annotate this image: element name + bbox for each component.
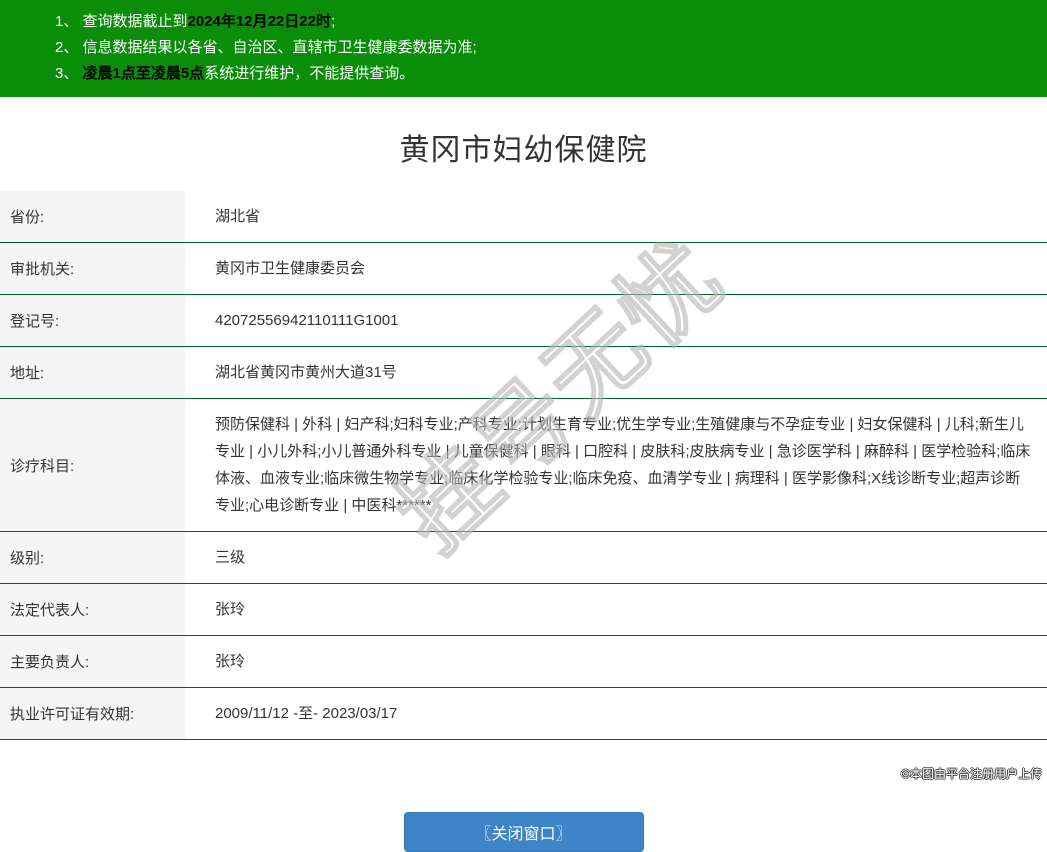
table-row-main-person-in-charge: 主要负责人: 张玲 (0, 636, 1047, 688)
row-value: 预防保健科 | 外科 | 妇产科;妇科专业;产科专业;计划生育专业;优生学专业;… (185, 399, 1047, 531)
notice-text: 信息数据结果以各省、自治区、直辖市卫生健康委数据为准; (83, 39, 477, 56)
table-row-level: 级别: 三级 (0, 532, 1047, 584)
row-value: 湖北省黄冈市黄州大道31号 (185, 347, 1047, 398)
row-value: 张玲 (185, 584, 1047, 635)
row-value: 三级 (185, 532, 1047, 583)
notice-bold-text: 凌晨1点至凌晨5点 (83, 65, 205, 82)
table-row-license-validity: 执业许可证有效期: 2009/11/12 -至- 2023/03/17 (0, 688, 1047, 740)
page-title: 黄冈市妇幼保健院 (0, 125, 1047, 169)
hospital-info-table: 省份: 湖北省 审批机关: 黄冈市卫生健康委员会 登记号: 4207255694… (0, 191, 1047, 740)
notice-line-2: 2、 信息数据结果以各省、自治区、直辖市卫生健康委数据为准; (55, 35, 1037, 61)
notice-line-1: 1、 查询数据截止到2024年12月22日22时; (55, 9, 1037, 35)
row-label: 审批机关: (0, 243, 185, 294)
notice-num: 1、 (55, 13, 83, 30)
button-bar: 〖关闭窗口〗 (0, 812, 1047, 852)
table-row-registration-number: 登记号: 42072556942110111G1001 (0, 295, 1047, 347)
row-label: 执业许可证有效期: (0, 688, 185, 739)
notice-num: 3、 (55, 65, 83, 82)
row-label: 主要负责人: (0, 636, 185, 687)
credit-watermark: ©本图由平台注册用户上传 (901, 765, 1042, 782)
row-value: 黄冈市卫生健康委员会 (185, 243, 1047, 294)
notice-text: 系统进行维护，不能提供查询。 (204, 65, 414, 82)
row-value: 湖北省 (185, 191, 1047, 242)
notice-num: 2、 (55, 39, 83, 56)
notice-text: 查询数据截止到 (83, 13, 188, 30)
table-row-province: 省份: 湖北省 (0, 191, 1047, 243)
notice-line-3: 3、 凌晨1点至凌晨5点系统进行维护，不能提供查询。 (55, 61, 1037, 87)
row-label: 地址: (0, 347, 185, 398)
table-row-medical-subjects: 诊疗科目: 预防保健科 | 外科 | 妇产科;妇科专业;产科专业;计划生育专业;… (0, 399, 1047, 532)
close-window-button[interactable]: 〖关闭窗口〗 (404, 812, 644, 852)
row-label: 登记号: (0, 295, 185, 346)
row-label: 诊疗科目: (0, 399, 185, 531)
row-value: 42072556942110111G1001 (185, 295, 1047, 346)
notice-text: ; (331, 13, 335, 30)
notice-bold-text: 2024年12月22日22时 (188, 13, 331, 30)
table-row-address: 地址: 湖北省黄冈市黄州大道31号 (0, 347, 1047, 399)
row-label: 法定代表人: (0, 584, 185, 635)
table-row-legal-representative: 法定代表人: 张玲 (0, 584, 1047, 636)
row-value: 2009/11/12 -至- 2023/03/17 (185, 688, 1047, 739)
table-row-approval-authority: 审批机关: 黄冈市卫生健康委员会 (0, 243, 1047, 295)
row-label: 级别: (0, 532, 185, 583)
row-value: 张玲 (185, 636, 1047, 687)
notice-banner: 1、 查询数据截止到2024年12月22日22时; 2、 信息数据结果以各省、自… (0, 0, 1047, 97)
row-label: 省份: (0, 191, 185, 242)
